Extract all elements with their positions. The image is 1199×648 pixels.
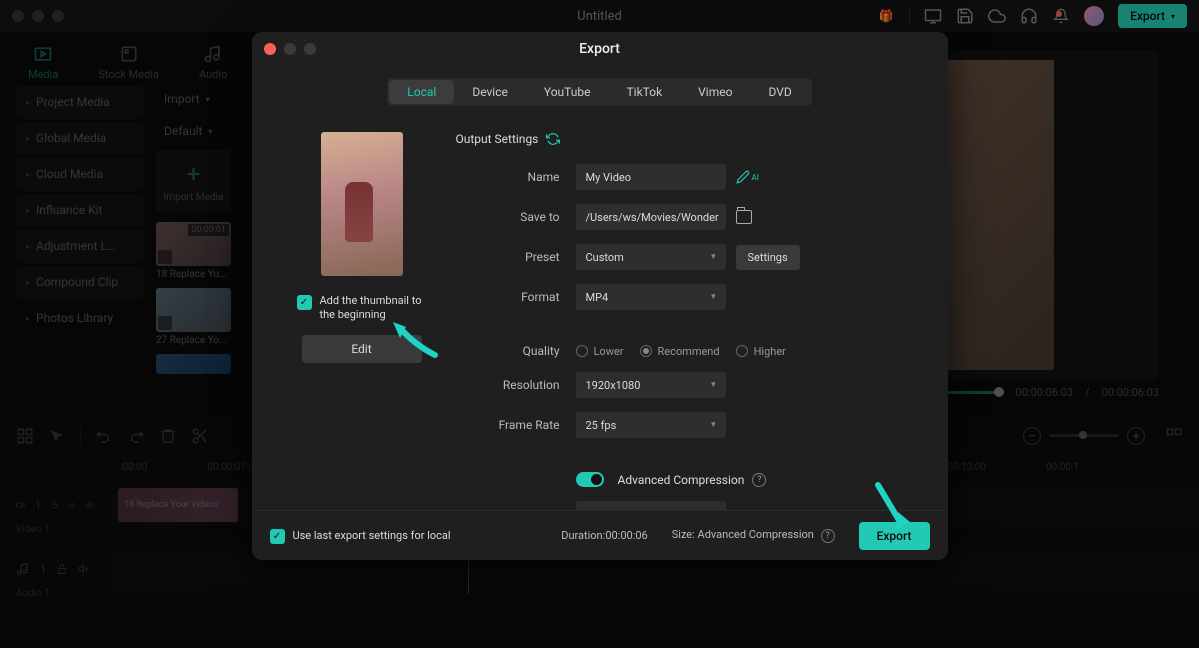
modal-overlay: Export Local Device YouTube TikTok Vimeo… [0, 0, 1199, 648]
modal-max-icon[interactable] [304, 43, 316, 55]
modal-min-icon[interactable] [284, 43, 296, 55]
thumbnail-column: ✓ Add the thumbnail to the beginning Edi… [288, 132, 436, 510]
resolution-dropdown[interactable]: 1920x1080 [576, 372, 726, 398]
tab-youtube[interactable]: YouTube [526, 80, 609, 104]
tab-device[interactable]: Device [454, 80, 526, 104]
format-label: Format [456, 290, 576, 304]
export-tabs: Local Device YouTube TikTok Vimeo DVD [252, 66, 948, 120]
export-confirm-button[interactable]: Export [859, 522, 930, 550]
section-title: Output Settings [456, 132, 894, 146]
name-label: Name [456, 170, 576, 184]
format-dropdown[interactable]: MP4 [576, 284, 726, 310]
framerate-label: Frame Rate [456, 418, 576, 432]
tab-local[interactable]: Local [389, 80, 454, 104]
modal-title: Export [579, 41, 620, 57]
modal-footer: ✓ Use last export settings for local Dur… [252, 510, 948, 560]
ai-rename-icon[interactable]: AI [736, 170, 759, 184]
tab-dvd[interactable]: DVD [750, 80, 809, 104]
thumbnail-preview [321, 132, 403, 276]
output-settings: Output Settings Name My Video AI Save to… [436, 132, 928, 510]
duration-info: Duration:00:00:06 [561, 529, 648, 542]
info-icon[interactable]: ? [821, 529, 835, 543]
compression-mode-dropdown[interactable]: By Quality [576, 501, 726, 510]
radio-icon [640, 345, 652, 357]
quality-label: Quality [456, 344, 576, 358]
tab-vimeo[interactable]: Vimeo [680, 80, 750, 104]
radio-icon [736, 345, 748, 357]
saveto-label: Save to [456, 210, 576, 224]
preset-settings-button[interactable]: Settings [736, 245, 800, 270]
saveto-input[interactable]: /Users/ws/Movies/Wonder [576, 204, 726, 230]
name-input[interactable]: My Video [576, 164, 726, 190]
info-icon[interactable]: ? [752, 473, 766, 487]
adv-compression-toggle[interactable] [576, 472, 604, 487]
size-info: Size: Advanced Compression ? [672, 528, 835, 543]
adv-compression-label: Advanced Compression [618, 473, 745, 487]
reset-icon[interactable] [546, 132, 560, 146]
tab-tiktok[interactable]: TikTok [608, 80, 680, 104]
resolution-label: Resolution [456, 378, 576, 392]
use-last-checkbox-row[interactable]: ✓ Use last export settings for local [270, 528, 451, 544]
modal-close-icon[interactable] [264, 43, 276, 55]
radio-icon [576, 345, 588, 357]
framerate-dropdown[interactable]: 25 fps [576, 412, 726, 438]
checkbox-icon[interactable]: ✓ [270, 529, 285, 544]
folder-icon[interactable] [736, 210, 752, 224]
use-last-label: Use last export settings for local [293, 529, 451, 542]
edit-thumbnail-button[interactable]: Edit [302, 335, 422, 363]
preset-dropdown[interactable]: Custom [576, 244, 726, 270]
export-modal: Export Local Device YouTube TikTok Vimeo… [252, 32, 948, 560]
quality-radio-recommend[interactable]: Recommend [640, 345, 720, 358]
quality-radio-higher[interactable]: Higher [736, 345, 786, 358]
checkbox-label: Add the thumbnail to the beginning [320, 294, 427, 323]
quality-radio-lower[interactable]: Lower [576, 345, 624, 358]
modal-titlebar: Export [252, 32, 948, 66]
preset-label: Preset [456, 250, 576, 264]
checkbox-icon[interactable]: ✓ [297, 295, 312, 310]
thumbnail-checkbox-row[interactable]: ✓ Add the thumbnail to the beginning [297, 294, 427, 323]
